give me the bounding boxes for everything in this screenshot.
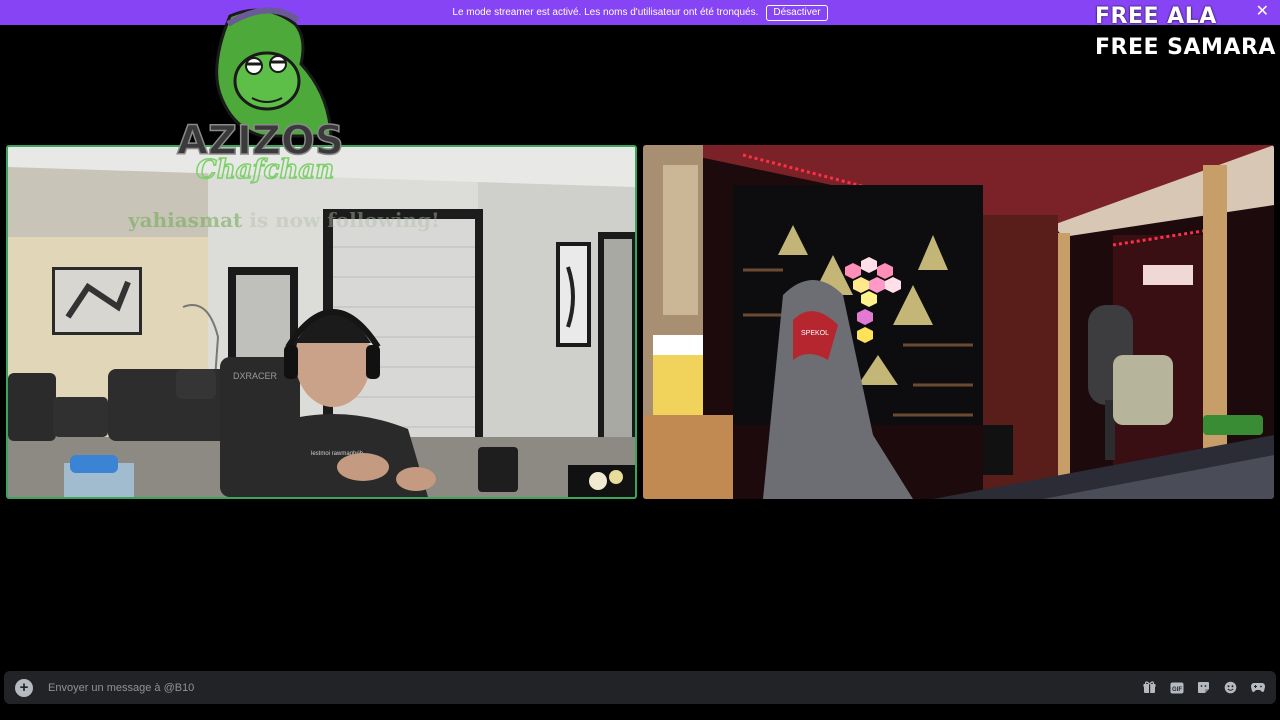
video-tile-right[interactable]: SPEKOL xyxy=(643,145,1274,499)
svg-text:SPEKOL: SPEKOL xyxy=(801,330,829,337)
disable-streamer-mode-button[interactable]: Désactiver xyxy=(766,4,828,21)
logo-script: Chafchan xyxy=(196,155,334,185)
gift-icon[interactable] xyxy=(1141,679,1158,696)
message-bar: + GIF xyxy=(4,671,1276,704)
svg-text:GIF: GIF xyxy=(1172,686,1182,692)
sticker-icon[interactable] xyxy=(1195,679,1212,696)
video-feed-right: SPEKOL xyxy=(643,145,1274,499)
streamer-logo: AZIZOS Chafchan xyxy=(176,7,344,186)
overlay-text-line-1: FREE ALA xyxy=(1095,4,1217,29)
video-tile-left[interactable]: DXRACER lestmoi rawmaghrib xyxy=(6,145,637,499)
activity-icon[interactable] xyxy=(1249,679,1266,696)
video-feed-left: DXRACER lestmoi rawmaghrib xyxy=(8,147,635,497)
message-bar-icons: GIF xyxy=(1141,679,1266,696)
gif-icon[interactable]: GIF xyxy=(1168,679,1185,696)
message-input[interactable] xyxy=(48,681,1108,694)
emoji-icon[interactable] xyxy=(1222,679,1239,696)
close-icon[interactable]: ✕ xyxy=(1256,3,1269,21)
follow-alert-username: yahiasmat xyxy=(128,208,243,232)
add-attachment-icon[interactable]: + xyxy=(15,678,33,697)
svg-text:DXRACER: DXRACER xyxy=(233,371,278,381)
follow-alert: yahiasmat is now following! xyxy=(128,208,440,232)
follow-alert-text: is now following! xyxy=(249,208,440,232)
streamer-mode-message: Le mode streamer est activé. Les noms d'… xyxy=(452,7,759,18)
overlay-text-line-2: FREE SAMARA xyxy=(1095,35,1276,60)
